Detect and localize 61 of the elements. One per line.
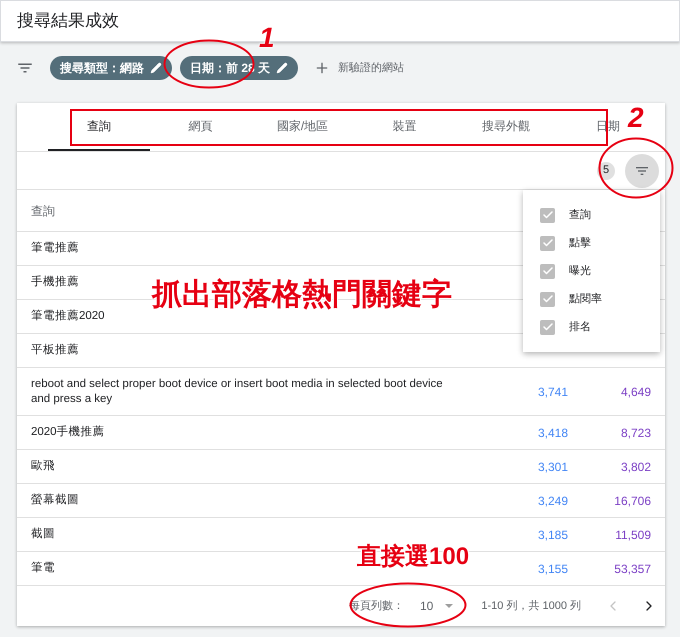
report-tab[interactable]: 國家/地區 <box>252 103 354 151</box>
dropdown-icon <box>445 604 454 608</box>
query-cell-text: 歐飛 <box>31 459 56 474</box>
column-option[interactable]: 點閱率 <box>540 290 660 308</box>
column-option[interactable]: 查詢 <box>540 206 660 224</box>
column-option-label: 曝光 <box>569 264 591 279</box>
annotation-caption: 抓出部落格熱門關鍵字 <box>152 280 452 310</box>
impressions-cell: 11,509 <box>615 528 651 542</box>
query-cell-text: 筆電推薦2020 <box>31 309 106 324</box>
checkbox[interactable] <box>540 208 555 222</box>
report-tab[interactable]: 查詢 <box>48 103 150 151</box>
query-cell-text: 平板推薦 <box>31 343 80 358</box>
check-icon <box>542 209 554 221</box>
clicks-cell: 3,185 <box>538 528 568 542</box>
query-cell-text: reboot and select proper boot device or insert boot media in selected boot device and press a key <box>31 376 444 406</box>
query-cell-text: 截圖 <box>31 527 56 542</box>
edit-icon <box>150 62 162 74</box>
query-cell-text: 2020手機推薦 <box>31 425 106 440</box>
check-icon <box>542 265 554 277</box>
column-option-label: 點擊 <box>569 236 591 251</box>
clicks-cell: 3,155 <box>538 562 568 576</box>
checkbox[interactable] <box>540 292 555 306</box>
check-icon <box>542 321 554 333</box>
column-header: 查詢 <box>31 202 55 220</box>
page-range: 1-10 列，共 1000 列 <box>481 598 581 614</box>
annotation-caption: 直接選100 <box>357 545 470 569</box>
checkbox[interactable] <box>540 320 555 334</box>
column-option[interactable]: 曝光 <box>540 262 660 280</box>
rows-per-page-select[interactable]: 10 <box>420 597 454 615</box>
annotation-number: 2 <box>628 104 644 132</box>
report-tab[interactable]: 裝置 <box>353 103 456 151</box>
column-option[interactable]: 點擊 <box>540 234 660 252</box>
clicks-cell: 3,418 <box>538 426 568 440</box>
column-option-label: 查詢 <box>569 208 591 223</box>
report-tab[interactable]: 搜尋外觀 <box>455 103 558 151</box>
add-filter-button[interactable]: 新驗證的網站 <box>314 60 404 76</box>
column-option-label: 排名 <box>569 320 591 335</box>
query-cell-text: 筆電 <box>31 561 56 576</box>
query-cell-text: 筆電推薦 <box>31 241 80 256</box>
query-cell-text: 手機推薦 <box>31 275 80 290</box>
edit-icon <box>276 62 288 74</box>
annotation-number: 1 <box>259 24 275 52</box>
checkbox[interactable] <box>540 264 555 278</box>
check-icon <box>542 237 554 249</box>
check-icon <box>542 293 554 305</box>
query-cell-text: 螢幕截圖 <box>31 493 80 508</box>
filter-chip[interactable]: 搜尋類型：網路 <box>50 56 172 80</box>
column-filter-button[interactable] <box>625 154 659 188</box>
clicks-cell: 3,741 <box>538 384 568 398</box>
impressions-cell: 53,357 <box>614 562 651 576</box>
impressions-cell: 3,802 <box>620 460 651 474</box>
clicks-cell: 3,249 <box>538 494 568 508</box>
impressions-cell: 16,706 <box>614 494 651 508</box>
impressions-cell: 4,649 <box>620 384 651 398</box>
impressions-cell: 8,723 <box>620 426 651 440</box>
column-option[interactable]: 排名 <box>540 318 660 336</box>
clicks-cell: 3,301 <box>538 460 568 474</box>
checkbox[interactable] <box>540 236 555 250</box>
column-option-label: 點閱率 <box>569 292 602 307</box>
report-tab[interactable]: 網頁 <box>150 103 252 151</box>
page-title: 搜尋結果成效 <box>17 10 119 32</box>
